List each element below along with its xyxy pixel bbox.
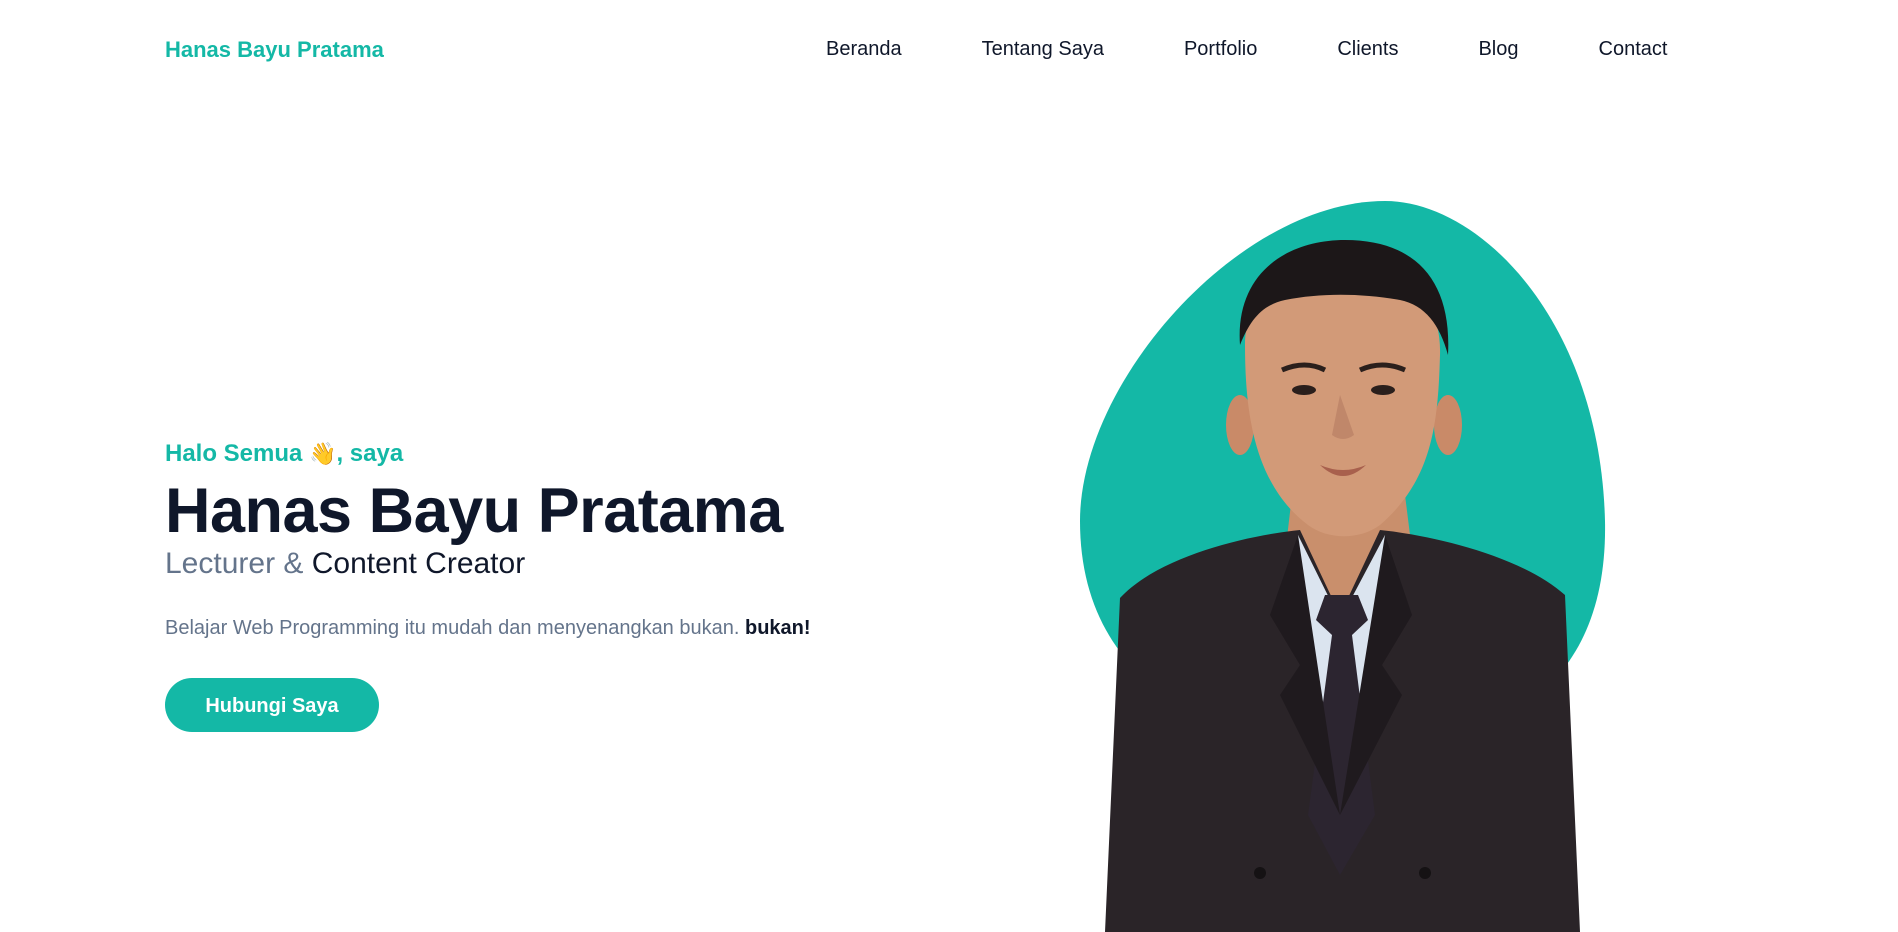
nav-item-beranda[interactable]: Beranda: [826, 38, 902, 61]
hero-portrait: [1040, 195, 1640, 932]
hero-greeting: Halo Semua 👋, saya: [165, 440, 811, 474]
hero-tagline: Belajar Web Programming itu mudah dan me…: [165, 617, 811, 640]
greeting-text: Halo Semua: [165, 440, 303, 467]
role-content-creator: Content Creator: [311, 547, 526, 580]
role-lecturer: Lecturer &: [165, 547, 304, 580]
hero-role: Lecturer & Content Creator: [165, 547, 811, 581]
nav-menu: Beranda Tentang Saya Portfolio Clients B…: [826, 38, 1667, 61]
hero-name-heading: Hanas Bayu Pratama: [165, 476, 783, 546]
nav-item-portfolio[interactable]: Portfolio: [1184, 38, 1257, 61]
nav-item-tentang-saya[interactable]: Tentang Saya: [982, 38, 1104, 61]
hero-section: Halo Semua 👋, saya Hanas Bayu Pratama Le…: [165, 440, 811, 732]
nav-item-clients[interactable]: Clients: [1337, 38, 1398, 61]
profile-photo: [1105, 240, 1580, 932]
brand-logo-link[interactable]: Hanas Bayu Pratama: [165, 37, 384, 63]
waving-hand-icon: 👋: [309, 442, 337, 467]
navbar: Hanas Bayu Pratama Beranda Tentang Saya …: [0, 0, 1898, 100]
tagline-text: Belajar Web Programming itu mudah dan me…: [165, 617, 740, 639]
nav-item-contact[interactable]: Contact: [1599, 38, 1668, 61]
greeting-suffix: , saya: [336, 440, 404, 467]
nav-item-blog[interactable]: Blog: [1478, 38, 1518, 61]
tagline-emphasis: bukan!: [744, 617, 811, 639]
contact-me-button[interactable]: Hubungi Saya: [165, 678, 379, 732]
